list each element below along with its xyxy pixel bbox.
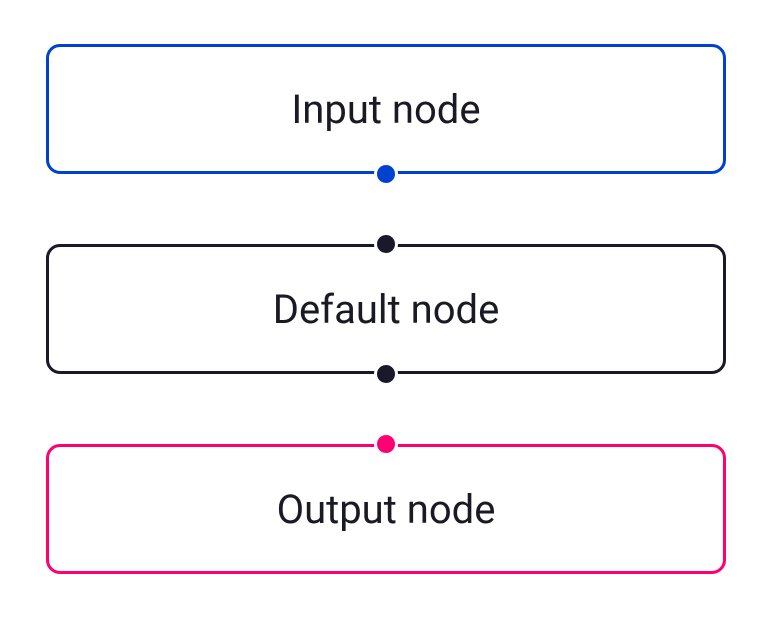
input-node[interactable]: Input node	[46, 44, 726, 174]
output-node-target-handle[interactable]	[374, 432, 398, 456]
default-node-target-handle[interactable]	[374, 232, 398, 256]
output-node[interactable]: Output node	[46, 444, 726, 574]
input-node-label: Input node	[291, 86, 480, 133]
default-node-source-handle[interactable]	[374, 362, 398, 386]
output-node-label: Output node	[277, 486, 496, 533]
default-node[interactable]: Default node	[46, 244, 726, 374]
input-node-source-handle[interactable]	[374, 162, 398, 186]
default-node-label: Default node	[273, 286, 500, 333]
